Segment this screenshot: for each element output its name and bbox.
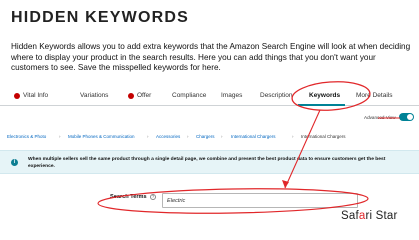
logo-text: Saf	[341, 210, 359, 222]
annotation-overlay	[97, 81, 400, 214]
annotation-arrow-line	[284, 109, 321, 189]
keywords-tab-highlight-circle	[291, 81, 371, 111]
logo-text: ri Star	[365, 210, 398, 222]
search-terms-highlight-circle	[97, 188, 369, 214]
safari-star-logo: Safari Star	[341, 210, 398, 222]
